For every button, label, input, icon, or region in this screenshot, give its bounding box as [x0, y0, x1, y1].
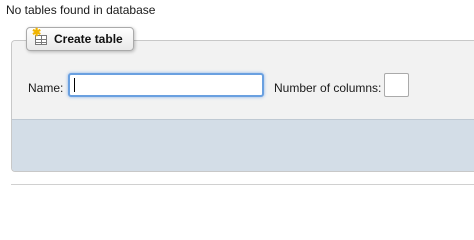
number-of-columns-input[interactable]: [384, 73, 409, 97]
divider: [11, 184, 474, 185]
create-table-footer: [12, 119, 474, 171]
text-cursor: [74, 78, 75, 92]
create-table-fieldset: [11, 40, 474, 172]
table-add-icon: ✱: [32, 28, 49, 45]
table-name-input[interactable]: [68, 73, 264, 97]
number-of-columns-label: Number of columns:: [274, 81, 382, 95]
page: No tables found in database ✱ Create tab…: [0, 0, 474, 207]
no-tables-notice: No tables found in database: [6, 3, 156, 17]
create-table-legend[interactable]: ✱ Create table: [26, 27, 134, 51]
create-table-legend-label: Create table: [54, 32, 123, 46]
table-name-label: Name:: [28, 81, 64, 95]
